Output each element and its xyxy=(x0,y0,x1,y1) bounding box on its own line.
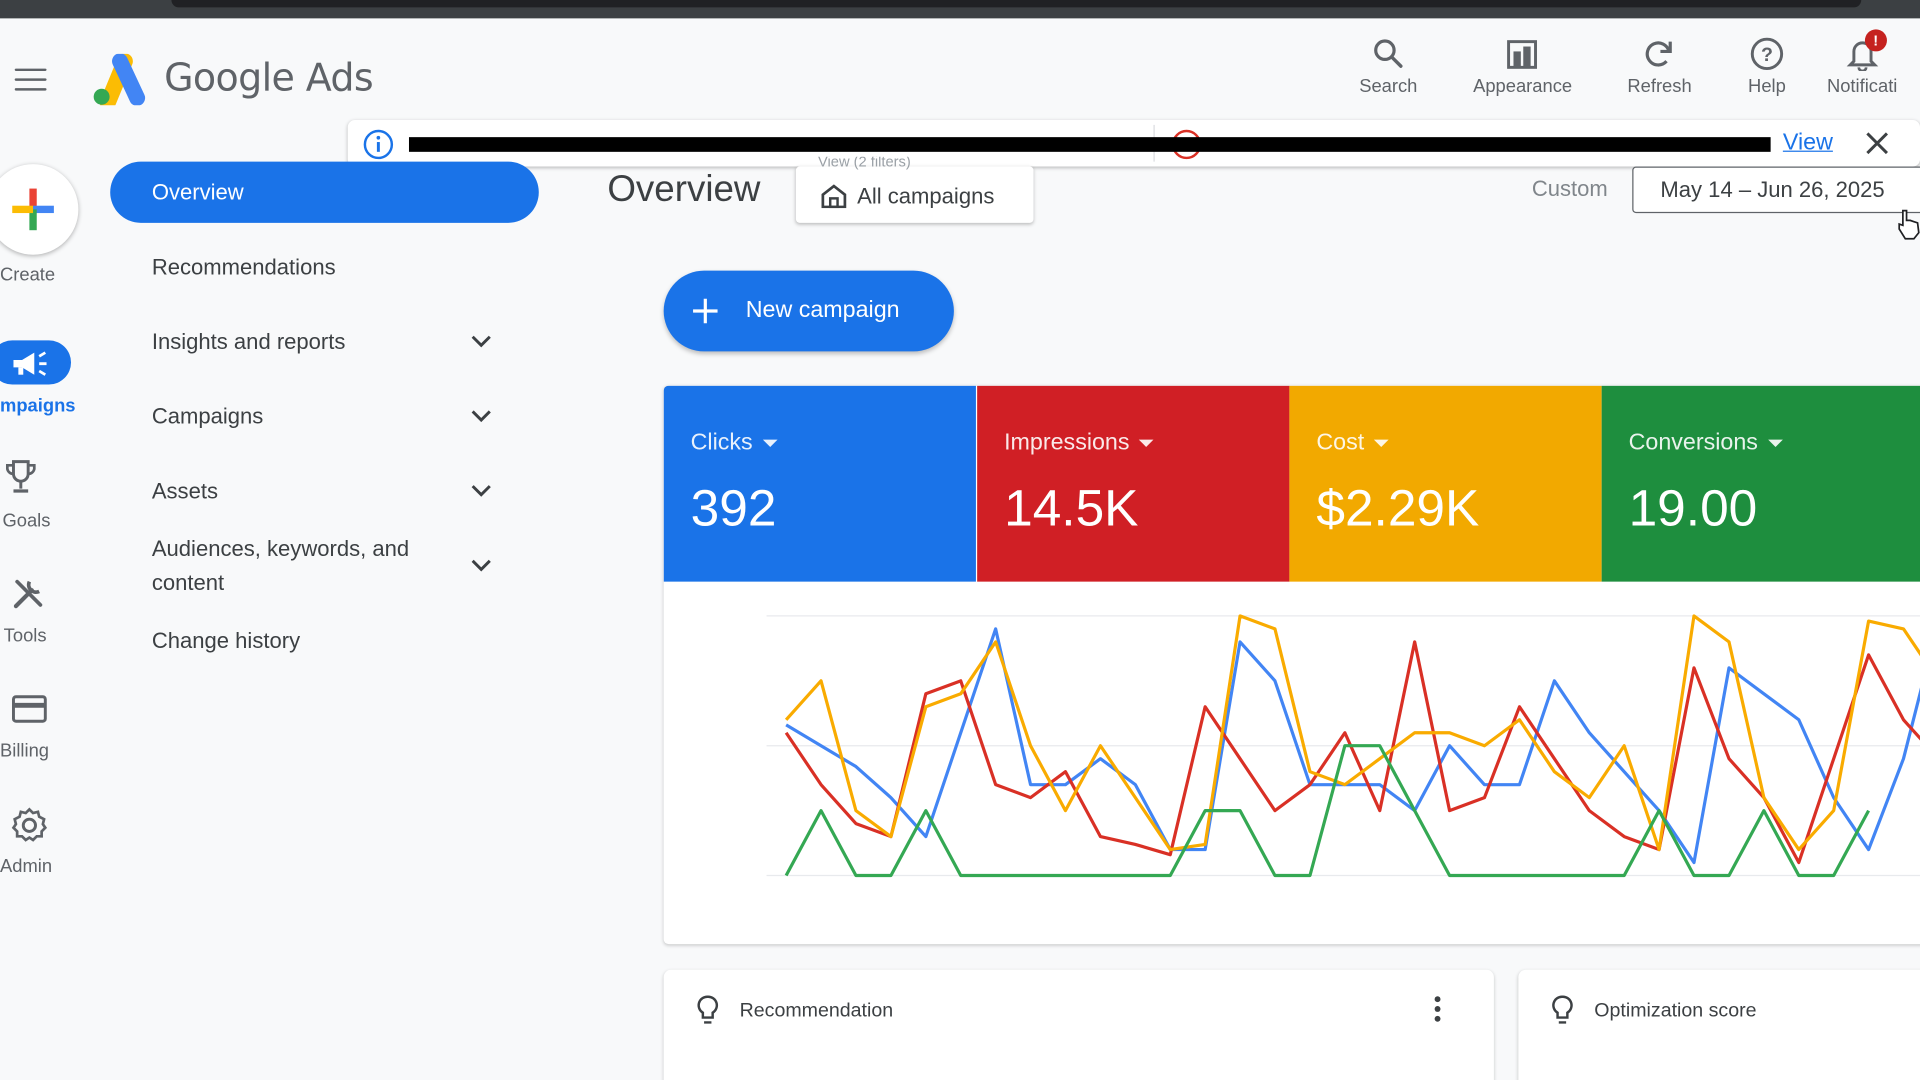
filter-label: All campaigns xyxy=(857,183,995,209)
help-button[interactable]: ? Help xyxy=(1747,37,1786,97)
recommendation-card: Recommendation xyxy=(663,969,1494,1080)
metric-label: Clicks xyxy=(691,430,778,457)
plus-icon xyxy=(12,188,54,231)
credit-card-icon xyxy=(12,695,47,723)
notifications-label: Notificati xyxy=(1826,75,1898,97)
campaigns-rail-button[interactable] xyxy=(0,340,72,385)
create-label: Create xyxy=(0,264,56,286)
metric-clicks[interactable]: Clicks 392 xyxy=(663,385,976,582)
info-icon xyxy=(363,129,394,160)
metric-label: Impressions xyxy=(1004,430,1154,457)
appearance-button[interactable]: Appearance xyxy=(1473,37,1572,97)
new-campaign-label: New campaign xyxy=(745,297,900,324)
chart-series-line xyxy=(784,614,1920,852)
chart-series-line xyxy=(784,640,1920,865)
tools-icon xyxy=(13,579,43,609)
optimization-score-card: Optimization score xyxy=(1518,969,1920,1080)
admin-rail-button[interactable] xyxy=(0,806,73,845)
notifications-button[interactable]: ! Notificati xyxy=(1826,29,1898,97)
campaigns-rail-label: mpaigns xyxy=(0,395,76,417)
billing-rail-button[interactable] xyxy=(0,693,73,725)
nav-overview[interactable]: Overview xyxy=(110,161,539,223)
chevron-down-icon[interactable] xyxy=(470,331,492,353)
search-button[interactable]: Search xyxy=(1359,37,1417,97)
goals-rail-button[interactable] xyxy=(0,458,73,505)
create-button[interactable] xyxy=(0,164,79,255)
admin-label: Admin xyxy=(0,855,53,877)
metric-conversions[interactable]: Conversions 19.00 xyxy=(1601,385,1920,582)
metric-value: 19.00 xyxy=(1628,478,1758,537)
new-campaign-button[interactable]: New campaign xyxy=(663,270,954,352)
brand-name: Google Ads xyxy=(164,56,374,101)
page-title: Overview xyxy=(607,168,761,210)
search-label: Search xyxy=(1359,75,1418,97)
help-icon: ? xyxy=(1750,37,1784,71)
optimization-title: Optimization score xyxy=(1594,1000,1757,1022)
lightbulb-icon xyxy=(1552,995,1573,1024)
refresh-label: Refresh xyxy=(1627,75,1692,97)
campaign-filter[interactable]: View (2 filters) All campaigns xyxy=(795,157,1034,223)
recommendation-title: Recommendation xyxy=(739,1000,894,1022)
tools-rail-button[interactable] xyxy=(0,576,73,613)
notification-badge: ! xyxy=(1864,29,1887,52)
google-ads-logo xyxy=(93,53,146,106)
svg-text:?: ? xyxy=(1761,44,1773,66)
notification-banner: View xyxy=(347,120,1920,167)
redacted-banner-text xyxy=(408,137,1771,152)
top-strip xyxy=(0,0,1920,19)
more-vert-icon[interactable] xyxy=(1428,994,1448,1026)
goals-label: Goals xyxy=(2,510,51,532)
nav-audiences[interactable]: Audiences, keywords, and content xyxy=(152,531,470,600)
appearance-icon xyxy=(1507,40,1538,69)
tools-label: Tools xyxy=(3,625,47,647)
trophy-icon xyxy=(6,460,36,493)
chevron-down-icon[interactable] xyxy=(470,555,492,577)
metric-label: Conversions xyxy=(1629,430,1783,457)
appearance-label: Appearance xyxy=(1473,75,1573,97)
banner-view-link[interactable]: View xyxy=(1783,130,1833,157)
performance-chart xyxy=(766,614,1920,878)
cursor-hand-icon xyxy=(1898,209,1920,240)
lightbulb-icon xyxy=(697,995,719,1024)
metric-value: $2.29K xyxy=(1316,478,1480,537)
megaphone-icon xyxy=(13,351,47,376)
performance-card: Clicks 392 Impressions 14.5K Cost $2.29K… xyxy=(663,385,1920,945)
help-label: Help xyxy=(1748,75,1786,97)
nav-change-history[interactable]: Change history xyxy=(152,623,507,657)
custom-label: Custom xyxy=(1531,176,1608,201)
close-icon[interactable] xyxy=(1864,130,1891,157)
billing-label: Billing xyxy=(0,740,50,762)
metric-label: Cost xyxy=(1316,430,1389,457)
chevron-down-icon[interactable] xyxy=(470,480,492,502)
nav-assets[interactable]: Assets xyxy=(152,474,507,508)
refresh-button[interactable]: Refresh xyxy=(1627,37,1692,97)
home-icon xyxy=(821,184,847,209)
chevron-down-icon[interactable] xyxy=(470,405,492,427)
nav-campaigns[interactable]: Campaigns xyxy=(152,399,507,433)
metric-cost[interactable]: Cost $2.29K xyxy=(1289,385,1602,582)
nav-recommendations[interactable]: Recommendations xyxy=(152,250,507,284)
filter-caption: View (2 filters) xyxy=(817,156,911,171)
metric-value: 392 xyxy=(690,478,777,537)
plus-icon xyxy=(693,298,718,324)
refresh-icon xyxy=(1645,41,1673,67)
date-range-picker[interactable]: May 14 – Jun 26, 2025 xyxy=(1632,166,1920,214)
metric-impressions[interactable]: Impressions 14.5K xyxy=(977,385,1290,582)
nav-insights[interactable]: Insights and reports xyxy=(152,324,507,358)
metric-value: 14.5K xyxy=(1004,478,1139,537)
menu-icon[interactable] xyxy=(14,68,47,93)
search-icon xyxy=(1373,39,1403,68)
gear-icon xyxy=(11,807,48,842)
